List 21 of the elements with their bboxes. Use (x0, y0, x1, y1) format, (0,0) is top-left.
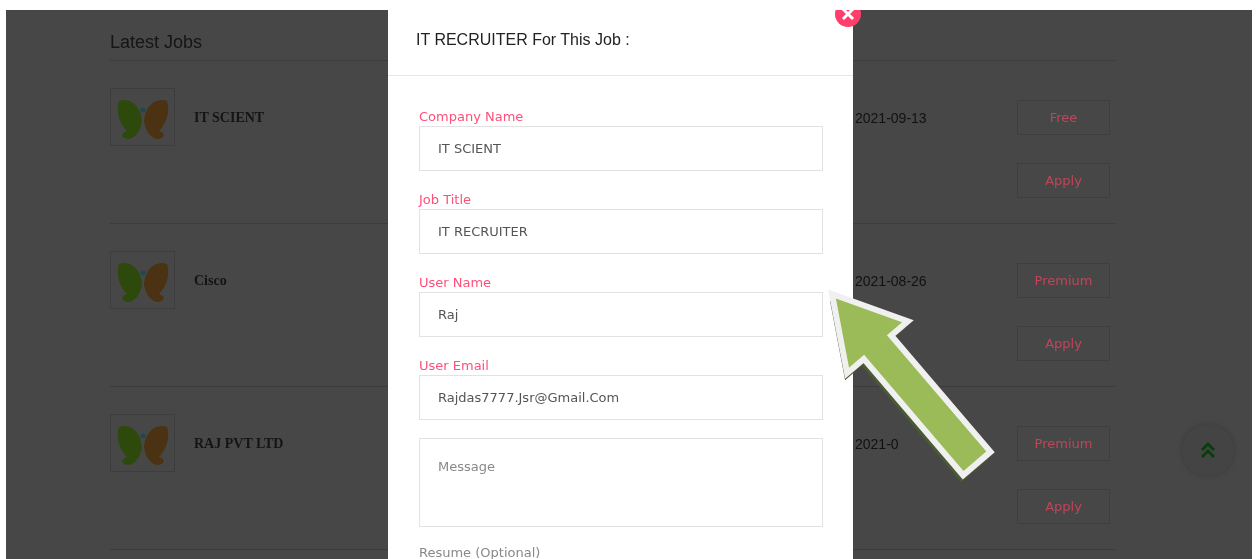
apply-button[interactable]: Apply (1017, 326, 1110, 361)
apply-button[interactable]: Apply (1017, 489, 1110, 524)
input-field[interactable]: Rajdas7777.Jsr@Gmail.Com (419, 375, 823, 420)
field-label: User Email (419, 358, 489, 373)
butterfly-logo (110, 251, 175, 309)
input-field[interactable]: IT SCIENT (419, 126, 823, 171)
plan-button[interactable]: Free (1017, 100, 1110, 135)
apply-button[interactable]: Apply (1017, 163, 1110, 198)
butterfly-logo (110, 88, 175, 146)
input-field[interactable]: IT RECRUITER (419, 209, 823, 254)
double-chevron-up-icon (1199, 441, 1217, 459)
input-field[interactable]: Raj (419, 292, 823, 337)
message-field[interactable]: Message (419, 438, 823, 527)
modal-title: IT RECRUITER For This Job : (416, 31, 630, 48)
field-label: Job Title (419, 192, 472, 207)
field-label: User Name (419, 275, 492, 290)
field-label: Resume (Optional) (419, 545, 541, 559)
plan-button[interactable]: Premium (1017, 263, 1110, 298)
butterfly-logo (110, 414, 175, 472)
field-label: Company Name (419, 109, 524, 124)
plan-button[interactable]: Premium (1017, 426, 1110, 461)
